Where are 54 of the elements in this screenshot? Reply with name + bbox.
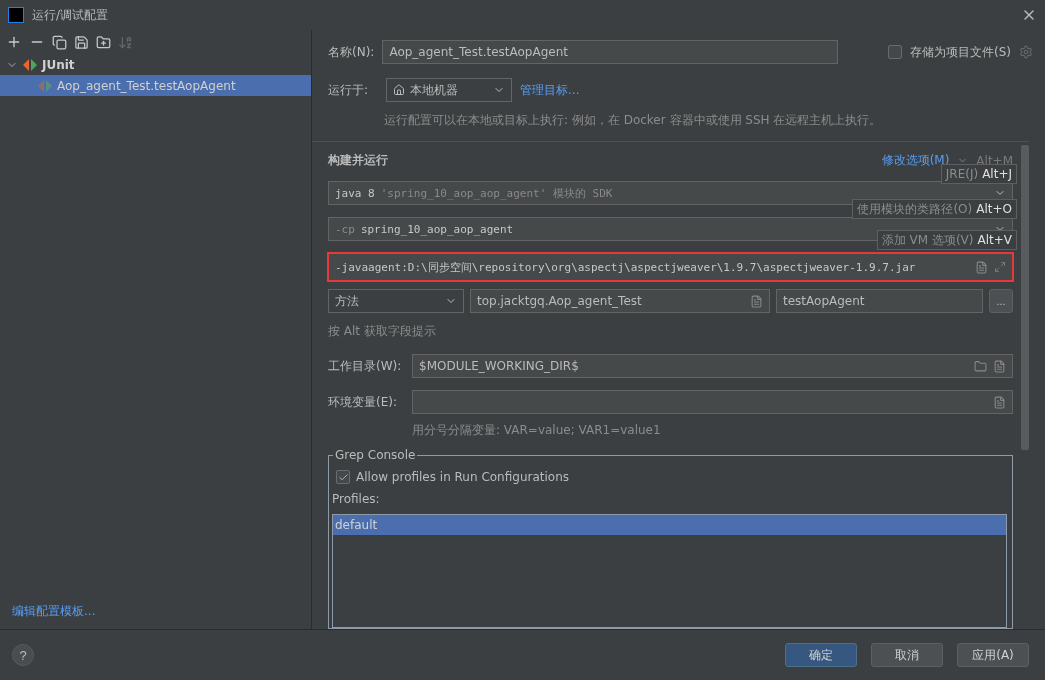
checkbox[interactable] [336, 470, 350, 484]
dialog-button[interactable]: 应用(A) [957, 643, 1029, 667]
tree-item[interactable]: Aop_agent_Test.testAopAgent [0, 75, 311, 96]
document-icon[interactable] [993, 395, 1006, 409]
checkbox-label: Allow profiles in Run Configurations [356, 470, 570, 484]
shortcut-tooltip: 使用模块的类路径(O) Alt+O [852, 199, 1017, 219]
dialog-button[interactable]: 确定 [785, 643, 857, 667]
app-logo [8, 7, 24, 23]
sort-icon[interactable] [118, 34, 133, 50]
window-title: 运行/调试配置 [32, 6, 110, 24]
env-vars-field[interactable] [412, 390, 1013, 414]
profiles-label: Profiles: [332, 492, 381, 506]
list-item[interactable]: default [333, 515, 1006, 535]
field-label: 名称(N): [328, 43, 375, 61]
add-icon[interactable] [6, 34, 22, 50]
target-dropdown[interactable]: 本地机器 [386, 78, 512, 102]
dialog-button[interactable]: 取消 [871, 643, 943, 667]
tree-item-label: Aop_agent_Test.testAopAgent [57, 78, 236, 93]
copy-icon[interactable] [52, 34, 67, 50]
name-field[interactable]: Aop_agent_Test.testAopAgent [382, 40, 839, 64]
section-title: 构建并运行 [328, 152, 388, 169]
junit-icon [23, 58, 37, 71]
document-icon[interactable] [993, 359, 1006, 373]
folder-plus-icon[interactable] [96, 34, 111, 50]
expand-icon[interactable] [994, 261, 1006, 273]
class-field[interactable]: top.jacktgq.Aop_agent_Test [470, 289, 770, 313]
test-kind-dropdown[interactable]: 方法 [328, 289, 464, 313]
document-icon[interactable] [975, 260, 988, 274]
field-label: 运行于: [328, 81, 370, 99]
tree-item[interactable]: JUnit [0, 54, 311, 75]
method-field[interactable]: testAopAgent [776, 289, 983, 313]
document-icon[interactable] [750, 294, 763, 308]
shortcut-tooltip: 添加 VM 选项(V) Alt+V [876, 230, 1017, 250]
manage-targets-link[interactable]: 管理目标... [520, 81, 580, 99]
group-title: Grep Console [333, 448, 418, 462]
shortcut-tooltip: JRE(J) Alt+J [940, 164, 1017, 184]
junit-icon [38, 79, 52, 92]
working-dir-field[interactable]: $MODULE_WORKING_DIR$ [412, 354, 1013, 378]
hint-text: 按 Alt 获取字段提示 [328, 323, 436, 340]
hint-text: 用分号分隔变量: VAR=value; VAR1=value1 [412, 422, 661, 439]
help-button[interactable]: ? [12, 644, 34, 666]
field-label: 环境变量(E): [328, 393, 398, 411]
tree-item-label: JUnit [42, 57, 75, 72]
checkbox-label: 存储为项目文件(S) [910, 43, 1011, 61]
edit-templates-link[interactable]: 编辑配置模板... [12, 602, 96, 620]
vm-options-field[interactable]: -javaagent:D:\同步空间\repository\org\aspectj\aspectjweaver\1.9.7\aspectjweaver-1.9.7.jar [328, 253, 1013, 281]
browse-button[interactable]: ... [989, 289, 1013, 313]
save-icon[interactable] [74, 34, 89, 50]
scrollbar[interactable] [1021, 145, 1029, 450]
folder-icon[interactable] [974, 359, 987, 373]
settings-icon[interactable] [1019, 45, 1033, 59]
checkbox[interactable] [888, 45, 902, 59]
home-icon [393, 84, 405, 96]
field-label: 工作目录(W): [328, 357, 403, 375]
